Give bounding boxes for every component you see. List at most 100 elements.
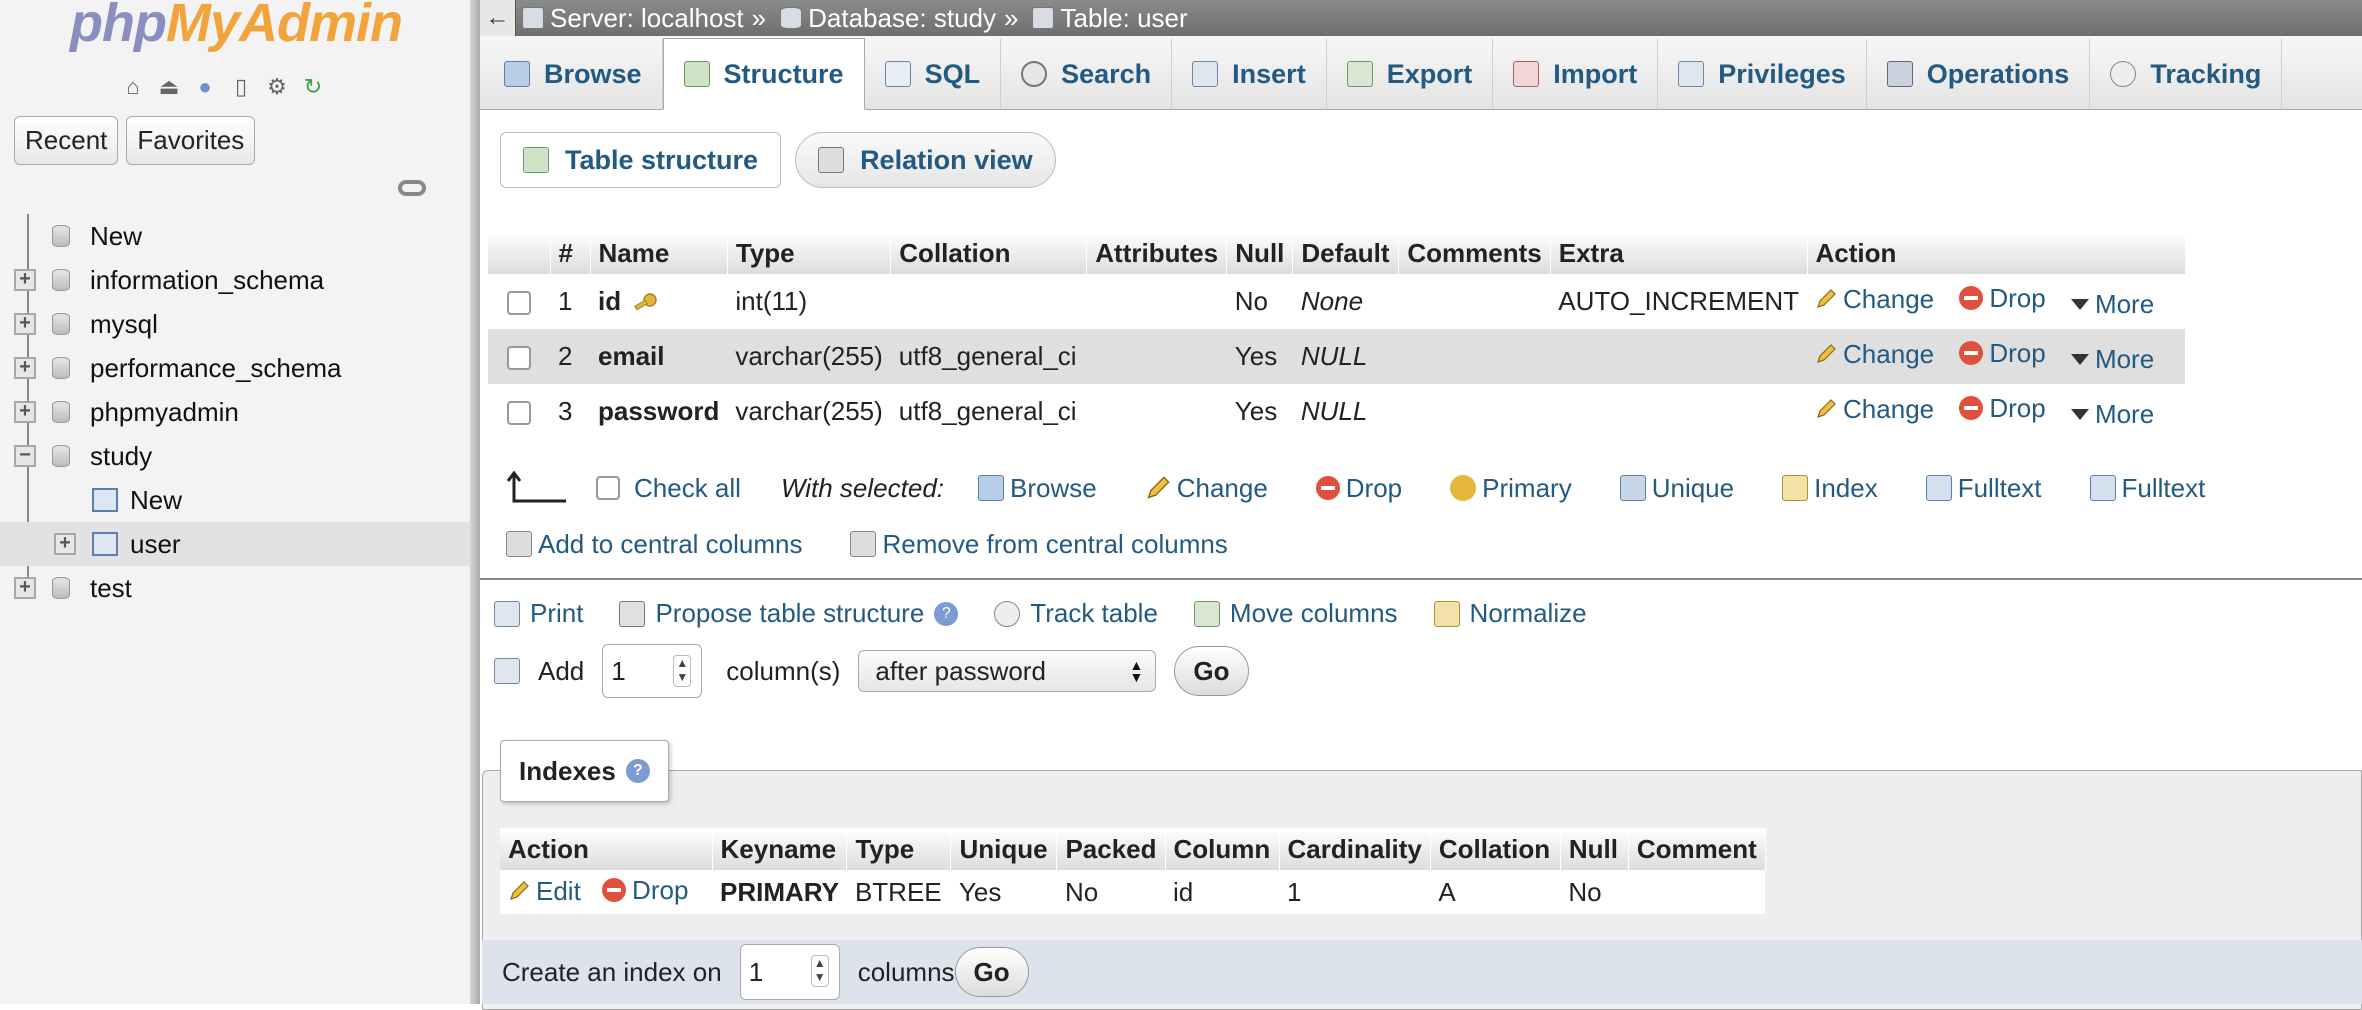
- tab-privileges[interactable]: Privileges: [1658, 39, 1867, 109]
- bulk-change-button[interactable]: Change: [1145, 473, 1268, 504]
- home-icon[interactable]: ⌂: [118, 72, 148, 102]
- index-drop-link[interactable]: Drop: [602, 875, 688, 906]
- tab-sql[interactable]: SQL: [865, 39, 1002, 109]
- table-structure-button[interactable]: Table structure: [500, 132, 782, 188]
- more-dropdown[interactable]: More: [2070, 289, 2154, 320]
- database-icon: [52, 445, 70, 467]
- phpmyadmin-logo[interactable]: phpMyAdmin: [70, 0, 403, 54]
- tree-item-new-database[interactable]: New: [0, 214, 470, 258]
- propose-table-structure-link[interactable]: Propose table structure?: [619, 598, 959, 629]
- tree-item-user-table[interactable]: + user: [0, 522, 470, 566]
- link-with-main-panel-icon[interactable]: [398, 180, 426, 196]
- tab-export[interactable]: Export: [1327, 39, 1494, 109]
- breadcrumb-database[interactable]: Database: study: [780, 3, 996, 34]
- column-comments: [1398, 274, 1551, 329]
- change-link[interactable]: Change: [1815, 284, 1934, 315]
- add-to-central-columns-button[interactable]: Add to central columns: [506, 529, 802, 560]
- column-attributes: [1086, 274, 1227, 329]
- tab-browse[interactable]: Browse: [484, 39, 663, 109]
- docs-icon[interactable]: ▯: [226, 72, 256, 102]
- expand-plus-icon[interactable]: +: [54, 533, 76, 555]
- tab-tracking[interactable]: Tracking: [2090, 39, 2283, 109]
- row-checkbox[interactable]: [507, 346, 531, 371]
- tree-item-test[interactable]: + test: [0, 566, 470, 610]
- change-link[interactable]: Change: [1815, 394, 1934, 425]
- drop-link[interactable]: Drop: [1959, 338, 2046, 369]
- bulk-index-button[interactable]: Index: [1782, 473, 1878, 504]
- print-link[interactable]: Print: [494, 598, 583, 629]
- breadcrumb-table[interactable]: Table: user: [1032, 3, 1188, 34]
- bulk-primary-button[interactable]: Primary: [1450, 473, 1572, 504]
- tab-insert[interactable]: Insert: [1172, 39, 1327, 109]
- bulk-fulltext-button-2[interactable]: Fulltext: [2089, 473, 2205, 504]
- add-column-go-button[interactable]: Go: [1174, 646, 1249, 696]
- tree-item-phpmyadmin[interactable]: + phpmyadmin: [0, 390, 470, 434]
- column-header-comments[interactable]: Comments: [1398, 232, 1551, 274]
- track-table-link[interactable]: Track table: [994, 598, 1158, 629]
- column-header-name[interactable]: Name: [590, 232, 728, 274]
- column-header-type[interactable]: Type: [727, 232, 892, 274]
- expand-plus-icon[interactable]: +: [14, 577, 36, 599]
- tree-item-mysql[interactable]: + mysql: [0, 302, 470, 346]
- collapse-minus-icon[interactable]: −: [14, 445, 36, 467]
- fulltext-icon: [2089, 475, 2116, 501]
- check-all-checkbox[interactable]: [596, 476, 620, 500]
- tab-search[interactable]: Search: [1001, 39, 1173, 109]
- remove-from-central-columns-button[interactable]: Remove from central columns: [850, 529, 1228, 560]
- change-link[interactable]: Change: [1815, 339, 1934, 370]
- stepper-icon[interactable]: ▲ ▼: [810, 955, 829, 987]
- bulk-unique-button[interactable]: Unique: [1619, 473, 1734, 504]
- favorites-tab[interactable]: Favorites: [126, 116, 256, 165]
- tab-import[interactable]: Import: [1493, 39, 1659, 109]
- move-columns-link[interactable]: Move columns: [1193, 598, 1398, 629]
- more-dropdown[interactable]: More: [2070, 399, 2154, 430]
- tree-item-information-schema[interactable]: + information_schema: [0, 258, 470, 302]
- row-checkbox[interactable]: [507, 401, 531, 426]
- unique-icon: [1619, 475, 1646, 501]
- logout-icon[interactable]: ⏏: [154, 72, 184, 102]
- bulk-fulltext-button[interactable]: Fulltext: [1925, 473, 2042, 504]
- add-column-count-input[interactable]: 1 ▲ ▼: [602, 644, 703, 698]
- nav-resize-handle[interactable]: [470, 0, 480, 1004]
- help-icon[interactable]: ●: [190, 72, 220, 102]
- normalize-link[interactable]: Normalize: [1433, 598, 1587, 629]
- help-icon[interactable]: ?: [625, 759, 650, 783]
- create-index-count-input[interactable]: 1 ▲ ▼: [739, 944, 840, 1000]
- with-selected-bar: Check all With selected: Browse Change D…: [506, 464, 2356, 568]
- add-column-position-select[interactable]: after password ▲ ▼: [858, 650, 1157, 692]
- column-header-null[interactable]: Null: [1226, 232, 1294, 274]
- index-edit-link[interactable]: Edit: [508, 876, 581, 907]
- column-header-collation[interactable]: Collation: [890, 232, 1088, 274]
- expand-plus-icon[interactable]: +: [14, 313, 36, 335]
- index-type: BTREE: [846, 870, 951, 914]
- expand-plus-icon[interactable]: +: [14, 357, 36, 379]
- bulk-browse-button[interactable]: Browse: [978, 473, 1097, 504]
- reload-icon[interactable]: ↻: [298, 72, 328, 102]
- tab-structure[interactable]: Structure: [662, 38, 865, 110]
- column-header-attributes[interactable]: Attributes: [1086, 232, 1228, 274]
- relation-view-button[interactable]: Relation view: [795, 132, 1056, 188]
- column-header-default[interactable]: Default: [1292, 232, 1400, 274]
- tree-item-study[interactable]: − study: [0, 434, 470, 478]
- drop-link[interactable]: Drop: [1959, 283, 2046, 314]
- create-index-go-button[interactable]: Go: [954, 947, 1029, 997]
- breadcrumb-server[interactable]: Server: localhost: [522, 3, 744, 34]
- structure-tools: Print Propose table structure? Track tab…: [494, 598, 1587, 629]
- stepper-icon[interactable]: ▲ ▼: [673, 655, 692, 687]
- check-all-link[interactable]: Check all: [634, 473, 741, 504]
- tree-item-new-table[interactable]: New: [0, 478, 470, 522]
- settings-gear-icon[interactable]: ⚙: [262, 72, 292, 102]
- bulk-drop-button[interactable]: Drop: [1315, 473, 1402, 504]
- more-dropdown[interactable]: More: [2070, 344, 2154, 375]
- row-checkbox[interactable]: [507, 291, 531, 316]
- collapse-nav-arrow-icon[interactable]: ←: [480, 0, 516, 36]
- tab-operations[interactable]: Operations: [1867, 39, 2091, 109]
- expand-plus-icon[interactable]: +: [14, 269, 36, 291]
- tree-item-performance-schema[interactable]: + performance_schema: [0, 346, 470, 390]
- help-icon[interactable]: ?: [934, 601, 959, 626]
- column-header-extra[interactable]: Extra: [1550, 232, 1808, 274]
- table-icon: [1032, 7, 1055, 29]
- drop-link[interactable]: Drop: [1959, 393, 2046, 424]
- recent-tab[interactable]: Recent: [14, 116, 119, 165]
- expand-plus-icon[interactable]: +: [14, 401, 36, 423]
